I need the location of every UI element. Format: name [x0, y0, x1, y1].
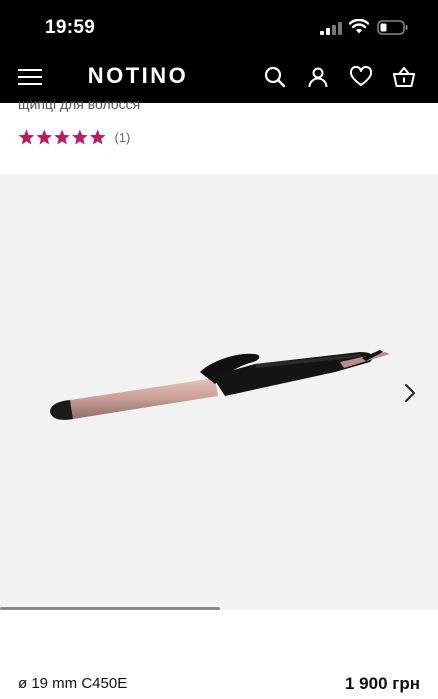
product-subtitle: щипці для волосся: [18, 96, 141, 112]
menu-icon[interactable]: [18, 67, 42, 87]
curling-iron-image: [50, 350, 390, 420]
product-price: 1 900 грн: [345, 674, 420, 693]
status-bar: 19:59: [0, 0, 438, 52]
heart-icon[interactable]: [349, 65, 373, 89]
gallery-scroll-thumb[interactable]: [0, 607, 220, 610]
star-icon: [36, 129, 53, 145]
rating-stars: [18, 129, 106, 145]
site-logo[interactable]: NOTINO: [78, 63, 198, 89]
star-icon: [72, 129, 88, 145]
battery-icon: [377, 20, 408, 35]
product-rating[interactable]: (1): [18, 129, 130, 149]
product-gallery[interactable]: [0, 174, 438, 610]
status-time: 19:59: [45, 17, 96, 38]
star-icon: [89, 129, 106, 145]
next-image-arrow-icon[interactable]: [400, 382, 420, 404]
top-bar: 19:59 NOTINO: [0, 0, 438, 103]
gallery-scroll-track[interactable]: [0, 607, 438, 610]
search-icon[interactable]: [263, 65, 287, 89]
star-icon: [18, 129, 35, 145]
rating-count[interactable]: (1): [114, 130, 130, 145]
account-icon[interactable]: [306, 65, 330, 89]
wifi-icon: [349, 19, 369, 34]
basket-icon[interactable]: [392, 65, 416, 89]
signal-icon: [320, 22, 342, 35]
variant-label[interactable]: ø 19 mm C450E: [18, 675, 127, 692]
star-icon: [54, 129, 70, 145]
